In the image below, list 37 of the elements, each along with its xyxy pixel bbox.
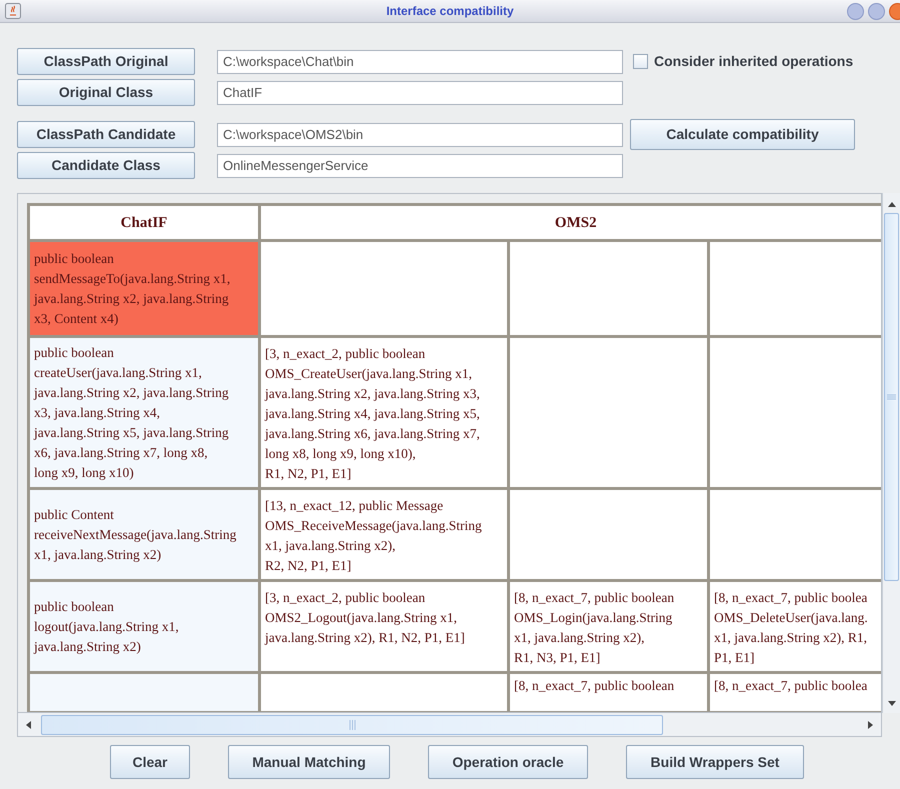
form-button[interactable]: ClassPath Original <box>17 48 195 75</box>
input-field[interactable]: ChatIF <box>217 80 623 104</box>
maximize-icon[interactable] <box>868 3 885 20</box>
scroll-thumb[interactable] <box>884 213 899 581</box>
vertical-scrollbar[interactable] <box>882 193 900 713</box>
action-button[interactable]: Manual Matching <box>228 745 390 779</box>
checkbox-label: Consider inherited operations <box>654 52 854 71</box>
match-cell[interactable]: [8, n_exact_7, public boolean OMS_Login(java.lang.String x1, java.lang.String x2), R1, N3, P1, E1] <box>508 580 708 672</box>
action-button[interactable]: Clear <box>110 745 190 779</box>
action-button[interactable]: Build Wrappers Set <box>626 745 804 779</box>
horizontal-scrollbar[interactable] <box>17 713 882 737</box>
app-icon[interactable] <box>5 3 21 19</box>
form-button[interactable]: Original Class <box>17 79 195 106</box>
operation-cell[interactable]: public boolean logout(java.lang.String x1, java.lang.String x2) <box>28 580 260 672</box>
input-field[interactable]: C:\workspace\OMS2\bin <box>217 122 623 146</box>
match-cell[interactable]: [3, n_exact_2, public boolean OMS2_Logout(java.lang.String x1, java.lang.String x2), R1, N2, P1, E1] <box>260 580 508 672</box>
window-title: Interface compatibility <box>386 3 514 20</box>
scroll-left-icon[interactable] <box>24 720 32 730</box>
scroll-right-icon[interactable] <box>867 720 875 730</box>
form-button[interactable]: ClassPath Candidate <box>17 121 195 148</box>
scroll-thumb[interactable] <box>41 714 663 734</box>
action-button[interactable]: Operation oracle <box>428 745 588 779</box>
operation-cell[interactable]: public boolean createUser(java.lang.String x1, java.lang.String x2, java.lang.String x3, java.lang.String x4, java.lang.String x5, java.lang.String x6, java.lang.String x7, long x8, long x9, long x10) <box>28 336 260 488</box>
calculate-button[interactable]: Calculate compatibility <box>630 119 855 150</box>
operation-cell[interactable]: public Content receiveNextMessage(java.lang.String x1, java.lang.String x2) <box>28 488 260 580</box>
input-field[interactable]: C:\workspace\Chat\bin <box>217 50 623 74</box>
scroll-down-icon[interactable] <box>886 700 896 708</box>
column-header: ChatIF <box>28 204 260 240</box>
match-cell[interactable]: [3, n_exact_2, public boolean OMS_CreateUser(java.lang.String x1, java.lang.String x2, java.lang.String x3, java.lang.String x4, java.lang.String x5, java.lang.String x6, java.lang.String x7, long x8, long x9, long x10), R1, N2, P1, E1] <box>260 336 508 488</box>
checkbox[interactable] <box>633 54 648 69</box>
operation-cell[interactable]: public boolean sendMessageTo(java.lang.String x1, java.lang.String x2, java.lang.String x3, Content x4) <box>28 240 260 336</box>
minimize-icon[interactable] <box>847 3 864 20</box>
form-button[interactable]: Candidate Class <box>17 152 195 179</box>
column-header: OMS2 <box>260 204 881 240</box>
match-cell[interactable]: [13, n_exact_12, public Message OMS_ReceiveMessage(java.lang.String x1, java.lang.String x2), R2, N2, P1, E1] <box>260 488 508 580</box>
scroll-up-icon[interactable] <box>886 200 896 208</box>
input-field[interactable]: OnlineMessengerService <box>217 154 623 178</box>
